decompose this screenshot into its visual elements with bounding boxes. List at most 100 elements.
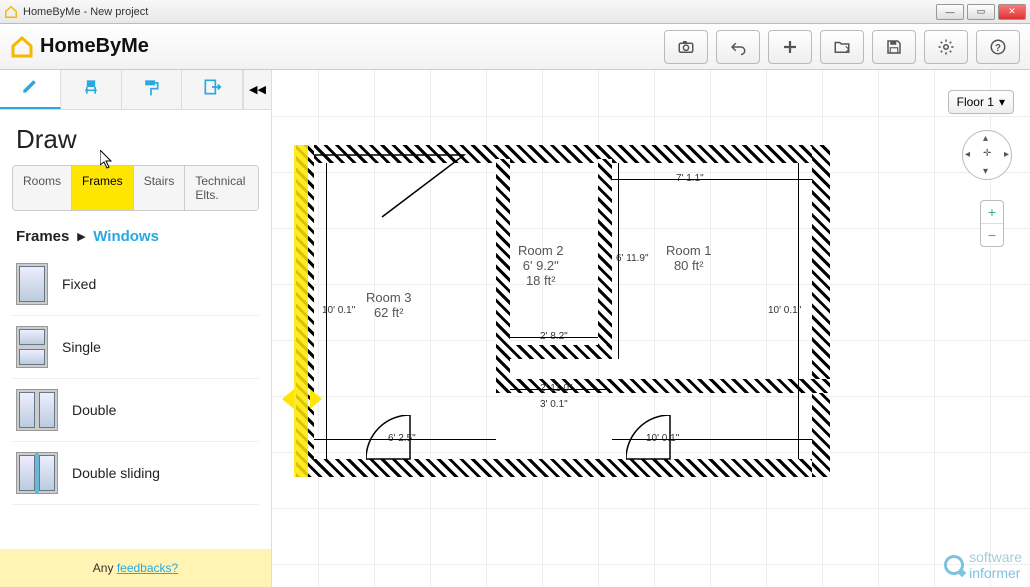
feedback-prefix: Any [93, 561, 117, 575]
subtab-technical[interactable]: Technical Elts. [185, 166, 258, 210]
room-dim: 6' 9.2" [523, 258, 559, 273]
item-label: Single [62, 339, 101, 355]
breadcrumb: Frames ▸ Windows [0, 211, 271, 253]
feedback-link[interactable]: feedbacks? [117, 561, 178, 575]
watermark-line1: software [969, 549, 1022, 565]
room-area: 62 ft² [366, 305, 412, 320]
zoom-control: + − [980, 200, 1004, 247]
magnifier-icon [944, 555, 964, 575]
nav-right-icon[interactable]: ▸ [1004, 149, 1009, 160]
wall-handle-left[interactable] [282, 389, 294, 409]
nav-up-icon[interactable]: ▴ [983, 133, 988, 144]
chevron-right-icon: ▸ [78, 228, 86, 245]
item-label: Double sliding [72, 465, 160, 481]
item-fixed-window[interactable]: Fixed [12, 253, 259, 316]
chevron-down-icon: ▾ [999, 95, 1005, 109]
export-icon [202, 77, 222, 102]
item-double-window[interactable]: Double [12, 379, 259, 442]
window-type-list: Fixed Single Double Double sliding [0, 253, 271, 505]
nav-left-icon[interactable]: ◂ [965, 149, 970, 160]
sidebar-collapse-button[interactable]: ◀◀ [243, 70, 271, 109]
room-name: Room 2 [518, 243, 564, 258]
navigation-pad[interactable]: ▴ ▾ ◂ ▸ ✛ [962, 130, 1012, 180]
dim-mid3: 3' 0.1" [540, 399, 568, 410]
app-icon [4, 5, 18, 19]
wall-interior-h1[interactable] [496, 345, 612, 359]
dimline [510, 337, 598, 338]
feedback-bar: Any feedbacks? [0, 549, 271, 587]
room-area: 18 ft² [518, 273, 564, 288]
mode-tab-furnish[interactable] [61, 70, 122, 109]
chair-icon [81, 77, 101, 102]
pencil-icon [20, 76, 40, 101]
main-toolbar: HomeByMe ? [0, 24, 1030, 70]
app-name: HomeByMe [40, 35, 149, 58]
breadcrumb-leaf[interactable]: Windows [93, 228, 159, 245]
wall-right[interactable] [812, 145, 830, 477]
maximize-button[interactable]: ▭ [967, 4, 995, 20]
draw-subtabs: Rooms Frames Stairs Technical Elts. [12, 165, 259, 211]
dimline [798, 163, 799, 459]
open-folder-button[interactable] [820, 30, 864, 64]
mode-tab-draw[interactable] [0, 70, 61, 109]
camera-button[interactable] [664, 30, 708, 64]
single-window-thumb [16, 326, 48, 368]
floor-label: Floor 1 [957, 95, 994, 109]
settings-button[interactable] [924, 30, 968, 64]
selected-wall[interactable] [294, 145, 308, 477]
paint-roller-icon [141, 77, 161, 102]
subtab-frames[interactable]: Frames [72, 166, 134, 210]
fixed-window-thumb [16, 263, 48, 305]
subtab-stairs[interactable]: Stairs [134, 166, 186, 210]
room-1-label: Room 1 80 ft² [666, 243, 712, 273]
home-icon [10, 35, 34, 59]
sidebar-heading: Draw [0, 110, 271, 165]
door-swing-1[interactable] [314, 135, 474, 225]
breadcrumb-root[interactable]: Frames [16, 228, 69, 245]
subtab-rooms[interactable]: Rooms [13, 166, 72, 210]
close-button[interactable]: ✕ [998, 4, 1026, 20]
nav-center-icon[interactable]: ✛ [983, 148, 991, 159]
dimline [612, 439, 812, 440]
window-title: HomeByMe - New project [23, 6, 148, 18]
room-name: Room 3 [366, 290, 412, 305]
sidebar: ◀◀ Draw Rooms Frames Stairs Technical El… [0, 70, 272, 587]
room-area: 80 ft² [666, 258, 712, 273]
dim-right-outer: 10' 0.1" [768, 305, 801, 316]
add-button[interactable] [768, 30, 812, 64]
dimline [510, 389, 610, 390]
floor-plan[interactable]: Room 3 62 ft² Room 2 6' 9.2" 18 ft² Room… [296, 145, 830, 477]
minimize-button[interactable]: — [936, 4, 964, 20]
zoom-out-button[interactable]: − [981, 224, 1003, 246]
floor-selector[interactable]: Floor 1 ▾ [948, 90, 1014, 114]
undo-button[interactable] [716, 30, 760, 64]
mode-tab-decorate[interactable] [122, 70, 183, 109]
help-button[interactable]: ? [976, 30, 1020, 64]
dim-right-upper: 6' 11.9" [616, 253, 649, 264]
dimline [326, 163, 327, 459]
item-single-window[interactable]: Single [12, 316, 259, 379]
room-name: Room 1 [666, 243, 712, 258]
mode-tab-export[interactable] [182, 70, 243, 109]
wall-interior-2[interactable] [598, 159, 612, 359]
item-label: Double [72, 402, 116, 418]
watermark: software informer [944, 549, 1022, 581]
room-3-label: Room 3 62 ft² [366, 290, 412, 320]
svg-text:?: ? [995, 42, 1001, 53]
window-titlebar: HomeByMe - New project — ▭ ✕ [0, 0, 1030, 24]
app-logo: HomeByMe [10, 35, 149, 59]
item-double-sliding-window[interactable]: Double sliding [12, 442, 259, 505]
nav-down-icon[interactable]: ▾ [983, 166, 988, 177]
watermark-line2: informer [969, 565, 1022, 581]
main-area: ◀◀ Draw Rooms Frames Stairs Technical El… [0, 70, 1030, 587]
wall-handle-right[interactable] [310, 389, 322, 409]
zoom-in-button[interactable]: + [981, 201, 1003, 224]
dimline [314, 439, 496, 440]
mode-tabs: ◀◀ [0, 70, 271, 110]
double-sliding-thumb [16, 452, 58, 494]
dimline [618, 163, 619, 359]
save-button[interactable] [872, 30, 916, 64]
dimline [612, 179, 812, 180]
floorplan-canvas[interactable]: Room 3 62 ft² Room 2 6' 9.2" 18 ft² Room… [272, 70, 1030, 587]
double-window-thumb [16, 389, 58, 431]
